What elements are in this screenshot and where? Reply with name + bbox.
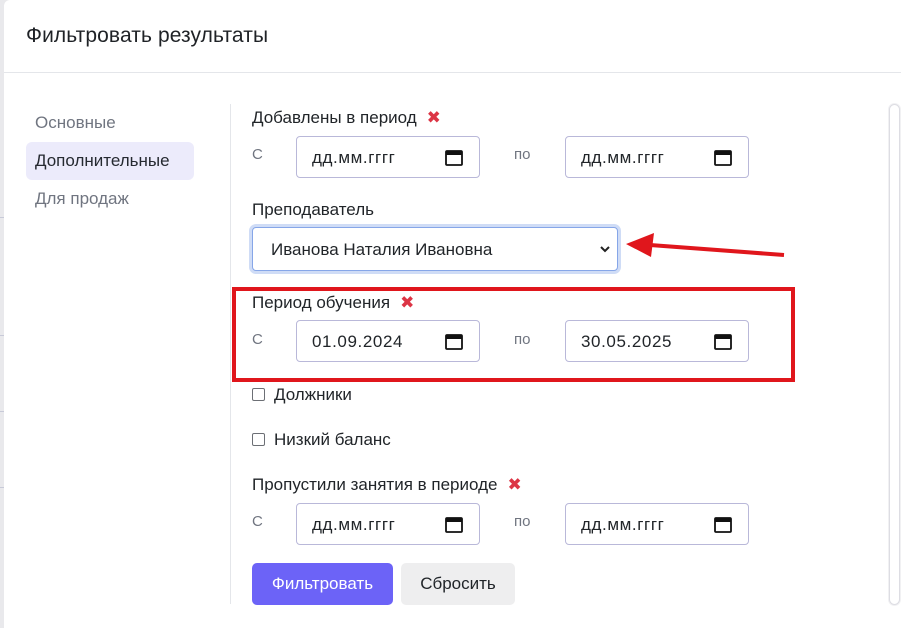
calendar-icon[interactable] — [714, 333, 732, 350]
vertical-divider — [230, 104, 231, 604]
study-from-label: С — [252, 331, 263, 348]
calendar-icon[interactable] — [445, 149, 463, 166]
close-icon[interactable]: ✖ — [400, 293, 414, 313]
missed-period-label: Пропустили занятия в периоде ✖ — [252, 475, 522, 495]
teacher-selected-value: Иванова Наталия Ивановна — [271, 240, 493, 259]
missed-from-date-value: дд.мм.гггг — [312, 515, 396, 534]
filter-content: Добавлены в период ✖ С дд.мм.гггг по дд.м… — [248, 0, 868, 628]
low-balance-checkbox[interactable] — [252, 433, 265, 446]
close-icon[interactable]: ✖ — [507, 475, 521, 495]
study-from-date-value: 01.09.2024 — [312, 332, 404, 351]
chevron-down-icon — [600, 246, 610, 253]
added-to-date-input[interactable]: дд.мм.гггг — [565, 136, 749, 178]
added-to-date-value: дд.мм.гггг — [581, 148, 665, 167]
added-period-title: Добавлены в период — [252, 108, 417, 127]
missed-from-date-input[interactable]: дд.мм.гггг — [296, 503, 480, 545]
calendar-icon[interactable] — [445, 333, 463, 350]
sidebar-item-basic[interactable]: Основные — [26, 104, 196, 142]
added-from-label: С — [252, 146, 263, 163]
study-from-date-input[interactable]: 01.09.2024 — [296, 320, 480, 362]
sidebar-item-additional[interactable]: Дополнительные — [26, 142, 194, 180]
filter-modal: Фильтровать результаты Основные Дополнит… — [4, 0, 901, 628]
scrollbar-thumb[interactable] — [889, 104, 900, 605]
added-from-date-input[interactable]: дд.мм.гггг — [296, 136, 480, 178]
teacher-label: Преподаватель — [252, 200, 374, 219]
missed-period-title: Пропустили занятия в периоде — [252, 475, 498, 494]
low-balance-label[interactable]: Низкий баланс — [274, 430, 391, 450]
close-icon[interactable]: ✖ — [427, 108, 441, 128]
missed-from-label: С — [252, 513, 263, 530]
reset-filter-button[interactable]: Сбросить — [401, 563, 515, 605]
missed-to-date-input[interactable]: дд.мм.гггг — [565, 503, 749, 545]
missed-to-label: по — [514, 513, 531, 530]
calendar-icon[interactable] — [445, 516, 463, 533]
study-to-date-input[interactable]: 30.05.2025 — [565, 320, 749, 362]
teacher-select[interactable]: Иванова Наталия Ивановна — [252, 227, 618, 271]
study-to-date-value: 30.05.2025 — [581, 332, 673, 351]
study-period-label: Период обучения ✖ — [252, 293, 414, 313]
scrollbar[interactable] — [888, 103, 901, 606]
filter-sidebar: Основные Дополнительные Для продаж — [26, 104, 196, 218]
calendar-icon[interactable] — [714, 516, 732, 533]
added-period-label: Добавлены в период ✖ — [252, 108, 441, 128]
background-edge — [0, 73, 4, 628]
study-to-label: по — [514, 331, 531, 348]
debtors-label[interactable]: Должники — [274, 385, 352, 405]
added-to-label: по — [514, 146, 531, 163]
debtors-checkbox[interactable] — [252, 388, 265, 401]
apply-filter-button[interactable]: Фильтровать — [252, 563, 393, 605]
calendar-icon[interactable] — [714, 149, 732, 166]
study-period-title: Период обучения — [252, 293, 391, 312]
missed-to-date-value: дд.мм.гггг — [581, 515, 665, 534]
sidebar-item-sales[interactable]: Для продаж — [26, 180, 196, 218]
added-from-date-value: дд.мм.гггг — [312, 148, 396, 167]
